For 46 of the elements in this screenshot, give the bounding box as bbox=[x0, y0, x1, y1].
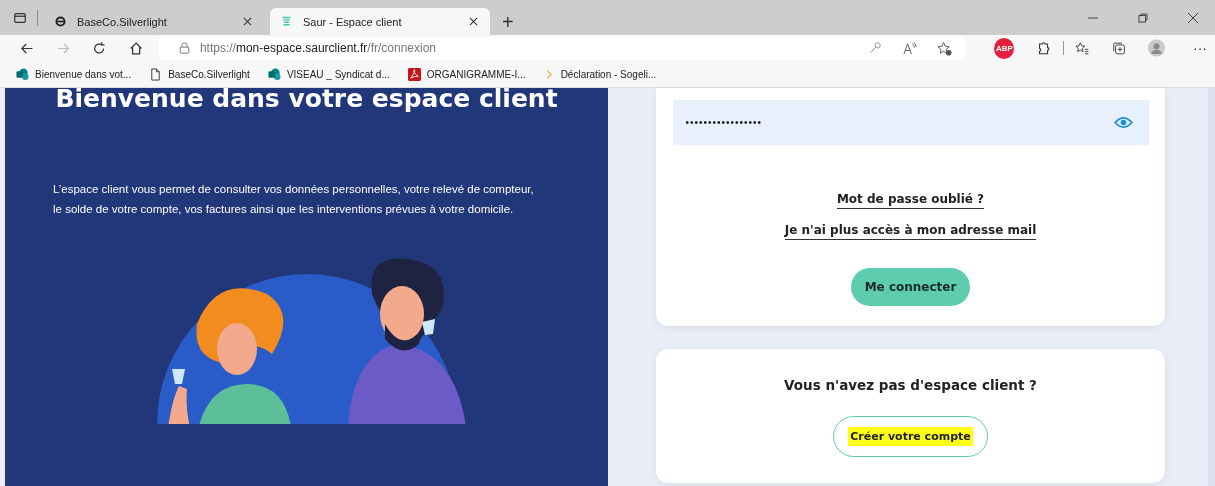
login-button[interactable]: Me connecter bbox=[851, 268, 970, 306]
lock-icon bbox=[178, 42, 190, 54]
hero-title: Bienvenue dans votre espace client bbox=[55, 88, 558, 113]
star-plus-icon[interactable] bbox=[937, 40, 953, 56]
tab-title: BaseCo.Silverlight bbox=[77, 15, 168, 28]
e-logo-icon bbox=[54, 15, 67, 28]
browser-tab[interactable]: Saur - Espace client bbox=[270, 8, 490, 35]
signup-title: Vous n'avez pas d'espace client ? bbox=[784, 377, 1037, 393]
tab-title: Saur - Espace client bbox=[303, 15, 403, 28]
home-icon[interactable] bbox=[128, 40, 143, 56]
restore-icon[interactable] bbox=[1138, 12, 1148, 23]
hero-text: L’espace client vous permet de consulter vos données personnelles, votre relevé de compteur, le solde de votre compte, vos factures ainsi que les interventions prévues à votre domicile. bbox=[52, 182, 535, 217]
eye-icon[interactable] bbox=[1113, 116, 1133, 129]
pdf-icon bbox=[407, 67, 421, 81]
url-text: https://mon-espace.saurclient.fr/fr/connexion bbox=[199, 41, 436, 55]
sharepoint-logo-icon bbox=[267, 67, 281, 81]
password-value: ••••••••••••••••• bbox=[685, 117, 763, 128]
puzzle-icon[interactable] bbox=[1036, 40, 1051, 56]
text-link[interactable]: Mot de passe oublié ? bbox=[836, 192, 985, 209]
browser-tab[interactable]: BaseCo.Silverlight bbox=[44, 8, 264, 35]
more-button[interactable]: ··· bbox=[1192, 40, 1207, 56]
bookmark-link[interactable]: ORGANIGRAMME-I... bbox=[426, 68, 526, 80]
key-icon[interactable] bbox=[868, 41, 883, 55]
new-tab-button[interactable]: + bbox=[496, 8, 520, 35]
adblock-badge[interactable]: ABP bbox=[994, 37, 1015, 59]
create-account-button[interactable]: Créer votre compte bbox=[833, 416, 988, 457]
address-bar[interactable]: https://mon-espace.saurclient.fr/fr/connexion bbox=[158, 36, 967, 60]
favorites-icon[interactable] bbox=[1075, 40, 1090, 56]
close-icon[interactable] bbox=[243, 17, 252, 26]
bookmark-link[interactable]: BaseCo.Silverlight bbox=[168, 68, 250, 80]
collections-icon[interactable] bbox=[1111, 40, 1126, 56]
password-field[interactable]: ••••••••••••••••• bbox=[672, 100, 1149, 145]
close-icon[interactable] bbox=[1188, 12, 1198, 23]
page-icon bbox=[149, 67, 163, 81]
read-aloud-icon[interactable] bbox=[902, 40, 918, 56]
bookmark-link[interactable]: VISEAU _ Syndicat d... bbox=[286, 68, 390, 80]
bookmark-link[interactable]: Bienvenue dans vot... bbox=[35, 68, 132, 80]
sharepoint-logo-icon bbox=[16, 67, 29, 81]
bookmark-link[interactable]: Déclaration - Sogeli... bbox=[560, 68, 657, 80]
reload-icon[interactable] bbox=[92, 40, 107, 56]
close-icon[interactable] bbox=[469, 17, 478, 26]
text-link[interactable]: Je n'ai plus accès à mon adresse mail bbox=[784, 223, 1037, 240]
scrollbar[interactable] bbox=[1208, 88, 1215, 486]
spiral-logo-icon bbox=[280, 15, 293, 28]
tab-actions-icon[interactable] bbox=[13, 10, 27, 25]
avatar-icon[interactable] bbox=[1147, 39, 1165, 57]
